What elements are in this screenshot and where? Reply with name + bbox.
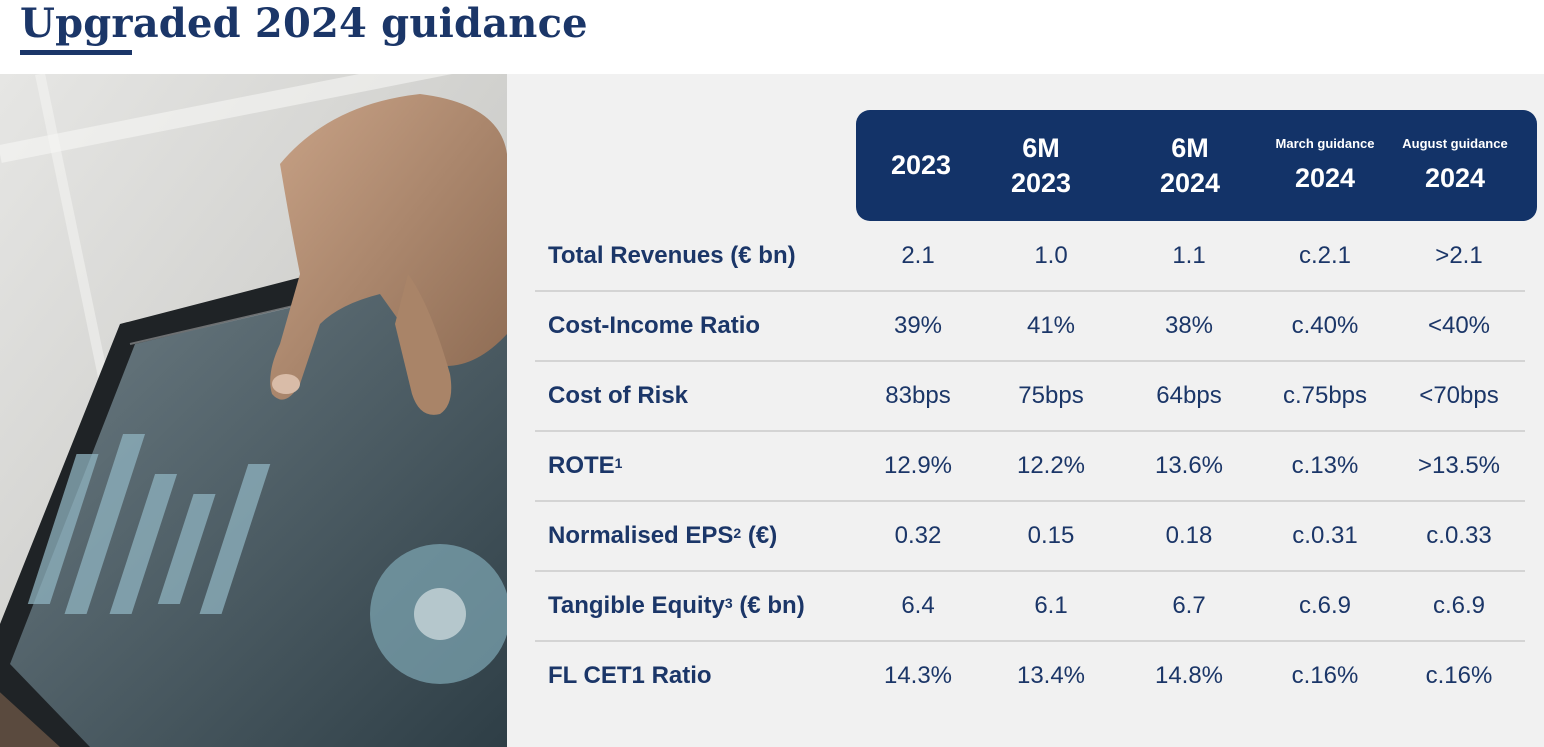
column-header-6m-2024: 6M 2024 — [1125, 110, 1255, 221]
row-label: Tangible Equity 3 (€ bn) — [548, 592, 805, 619]
row-label: FL CET1 Ratio — [548, 642, 712, 710]
row-label-unit: (€) — [741, 522, 778, 549]
table-cell: 0.15 — [1027, 522, 1075, 549]
row-label-text: Total Revenues (€ bn) — [548, 242, 796, 269]
table-row: FL CET1 Ratio 14.3% 13.4% 14.8% c.16% c.16% — [535, 642, 1525, 712]
table-cell: c.40% — [1291, 312, 1359, 339]
row-label-text: Cost of Risk — [548, 382, 689, 409]
table-cell: 41% — [1026, 312, 1076, 339]
table-cell: 38% — [1164, 312, 1214, 339]
table-cell: >13.5% — [1417, 452, 1501, 479]
column-header-period: 6M — [1171, 132, 1209, 163]
column-header-label: August guidance — [1402, 136, 1508, 151]
table-cell: <70bps — [1419, 382, 1499, 409]
table-cell: 83bps — [885, 382, 951, 409]
column-header-6m-2023: 6M 2023 — [985, 110, 1097, 221]
table-row: Cost of Risk 83bps 75bps 64bps c.75bps <70bps — [535, 362, 1525, 432]
table-cell: 75bps — [1018, 382, 1084, 409]
row-label-text: ROTE — [548, 452, 615, 479]
row-label: Normalised EPS 2 (€) — [548, 522, 778, 549]
column-header-year: 2023 — [1010, 167, 1072, 198]
row-label: Cost of Risk — [548, 362, 688, 430]
table-row: Total Revenues (€ bn) 2.1 1.0 1.1 c.2.1 >2.1 — [535, 222, 1525, 292]
column-header-march-guidance: March guidance 2024 — [1262, 110, 1388, 221]
column-header-year: 2024 — [1424, 163, 1486, 193]
table-cell: 14.3% — [883, 662, 953, 689]
table-cell: 12.2% — [1016, 452, 1086, 479]
table-cell: 6.1 — [1034, 592, 1068, 619]
table-row: Cost-Income Ratio 39% 41% 38% c.40% <40% — [535, 292, 1525, 362]
table-cell: 39% — [893, 312, 943, 339]
column-header-year: 2024 — [1294, 163, 1356, 193]
table-cell: 6.7 — [1172, 592, 1206, 619]
table-cell: c.0.33 — [1426, 522, 1492, 549]
table-cell: c.6.9 — [1298, 592, 1352, 619]
table-cell: 0.18 — [1165, 522, 1213, 549]
row-label: Total Revenues (€ bn) — [548, 222, 796, 290]
column-header-year: 2023 — [890, 150, 952, 180]
table-cell: 1.0 — [1034, 242, 1068, 269]
table-row: ROTE 1 12.9% 12.2% 13.6% c.13% >13.5% — [535, 432, 1525, 502]
table-cell: c.16% — [1291, 662, 1359, 689]
table-cell: 1.1 — [1172, 242, 1206, 269]
table-cell: c.16% — [1425, 662, 1493, 689]
row-label-text: Cost-Income Ratio — [548, 312, 761, 339]
column-header-year: 2024 — [1159, 167, 1221, 198]
table-cell: 64bps — [1156, 382, 1222, 409]
table-cell: 2.1 — [901, 242, 935, 269]
row-label-unit: (€ bn) — [732, 592, 805, 619]
table-cell: <40% — [1427, 312, 1491, 339]
table-cell: 13.4% — [1016, 662, 1086, 689]
table-cell: 13.6% — [1154, 452, 1224, 479]
row-label: Cost-Income Ratio — [548, 292, 760, 360]
row-label-text: FL CET1 Ratio — [548, 662, 712, 689]
table-row: Normalised EPS 2 (€) 0.32 0.15 0.18 c.0.31 c.0… — [535, 502, 1525, 572]
page-title: Upgraded 2024 guidance — [20, 0, 588, 47]
row-label: ROTE 1 — [548, 452, 623, 479]
row-label-text: Tangible Equity — [548, 592, 725, 619]
column-header-2023: 2023 — [857, 110, 985, 221]
table-row: Tangible Equity 3 (€ bn) 6.4 6.1 6.7 c.6.9 c.6… — [535, 572, 1525, 642]
column-header-label: March guidance — [1275, 136, 1375, 151]
table-cell: >2.1 — [1435, 242, 1483, 269]
hand-touching-tablet-photo — [0, 74, 507, 747]
table-cell: 0.32 — [894, 522, 942, 549]
table-cell: c.13% — [1291, 452, 1359, 479]
title-underline — [20, 50, 132, 55]
table-cell: c.75bps — [1282, 382, 1368, 409]
table-cell: c.0.31 — [1292, 522, 1358, 549]
column-header-august-guidance: August guidance 2024 — [1390, 110, 1520, 221]
row-label-text: Normalised EPS — [548, 522, 734, 549]
table-cell: 6.4 — [901, 592, 935, 619]
table-cell: c.2.1 — [1298, 242, 1352, 269]
column-header-period: 6M — [1022, 132, 1060, 163]
table-cell: 14.8% — [1154, 662, 1224, 689]
table-cell: 12.9% — [883, 452, 953, 479]
table-cell: c.6.9 — [1432, 592, 1486, 619]
